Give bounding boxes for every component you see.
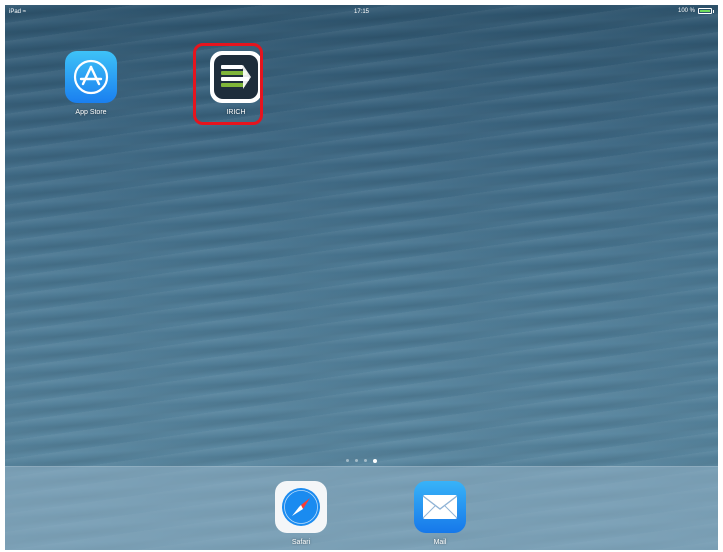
battery-status: 100 % <box>678 8 714 14</box>
page-dot-active[interactable] <box>373 458 377 463</box>
safari-glyph <box>282 488 320 526</box>
safari-app[interactable]: Safari <box>266 481 336 546</box>
mail-app[interactable]: Mail <box>405 481 475 546</box>
battery-icon <box>698 8 712 14</box>
page-indicator[interactable] <box>5 458 718 463</box>
page-dot[interactable] <box>364 459 367 462</box>
ipad-home-screen: iPad ≈ 17:15 100 % App Store IRICH Safar… <box>5 5 718 550</box>
battery-tip <box>713 9 714 13</box>
page-dot[interactable] <box>346 459 349 462</box>
dock: Safari Mail <box>5 466 718 550</box>
status-bar: iPad ≈ 17:15 100 % <box>5 5 718 19</box>
app-store-glyph <box>73 59 109 95</box>
battery-fill <box>700 10 710 12</box>
mail-icon[interactable] <box>414 481 466 533</box>
app-store-app[interactable]: App Store <box>56 51 126 116</box>
app-store-icon[interactable] <box>65 51 117 103</box>
status-time: 17:15 <box>353 9 369 15</box>
app-store-label: App Store <box>75 109 107 116</box>
safari-label: Safari <box>291 539 311 546</box>
page-dot[interactable] <box>355 459 358 462</box>
mail-glyph <box>422 495 458 519</box>
safari-icon[interactable] <box>275 481 327 533</box>
battery-percent: 100 % <box>677 8 695 14</box>
irich-highlight-box <box>193 43 263 125</box>
mail-label: Mail <box>433 539 447 546</box>
